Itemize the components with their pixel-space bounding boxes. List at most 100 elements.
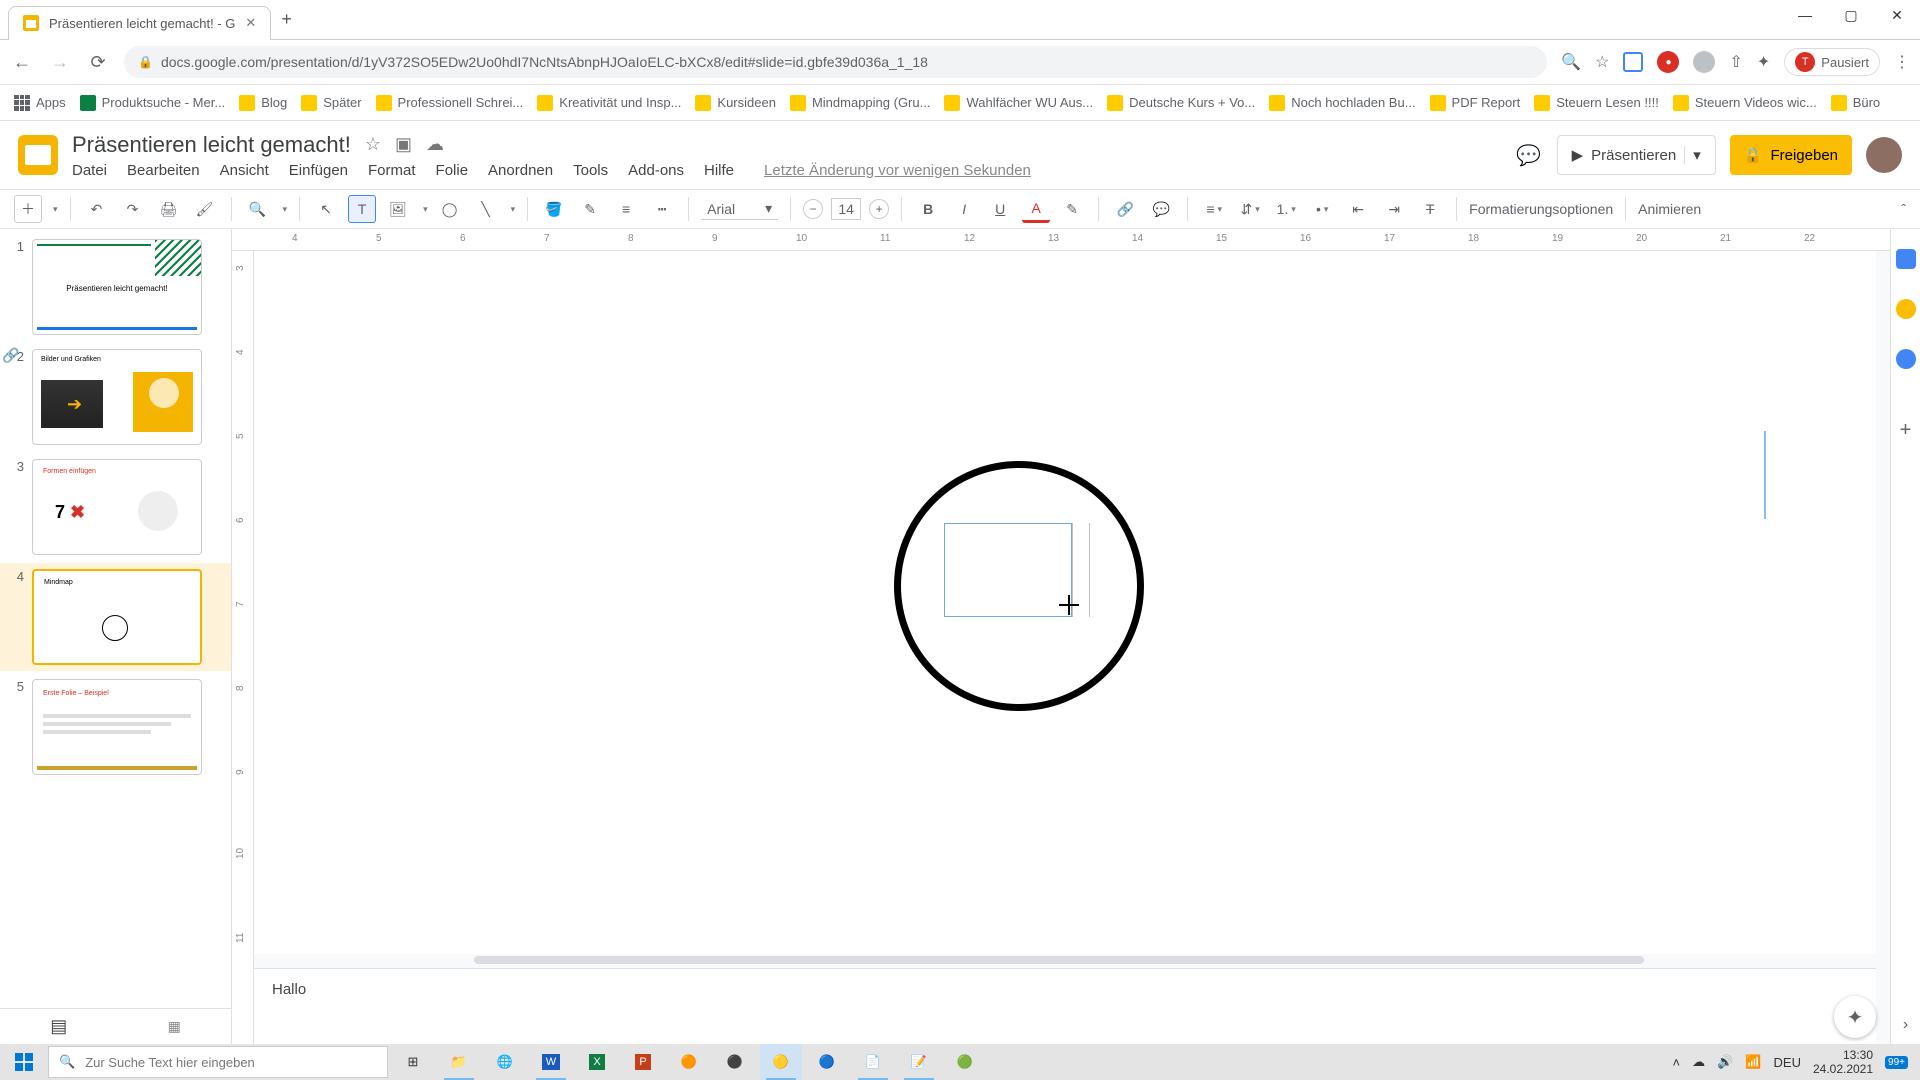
taskbar-explorer[interactable]: 📁: [438, 1044, 480, 1080]
taskbar-search[interactable]: 🔍 Zur Suche Text hier eingeben: [48, 1046, 388, 1078]
speaker-notes[interactable]: Hallo: [254, 968, 1876, 1044]
menu-insert[interactable]: Einfügen: [289, 162, 348, 179]
address-bar[interactable]: 🔒 docs.google.com/presentation/d/1yV372S…: [124, 46, 1547, 78]
taskbar-spotify[interactable]: 🟢: [944, 1044, 986, 1080]
extensions-puzzle-icon[interactable]: ✦: [1757, 52, 1770, 72]
bookmark-item[interactable]: Steuern Lesen !!!!: [1534, 95, 1659, 111]
font-size-decrease[interactable]: −: [803, 199, 823, 219]
border-dash-button[interactable]: ┅: [648, 195, 676, 223]
bookmark-item[interactable]: Produktsuche - Mer...: [80, 95, 226, 111]
undo-button[interactable]: ↶: [83, 195, 111, 223]
nav-reload-button[interactable]: ⟳: [86, 52, 110, 73]
bookmark-item[interactable]: Wahlfächer WU Aus...: [944, 95, 1093, 111]
taskbar-app2[interactable]: 📄: [852, 1044, 894, 1080]
font-size-input[interactable]: 14: [831, 198, 861, 220]
fill-color-button[interactable]: 🪣: [540, 195, 568, 223]
filmstrip-view-icon[interactable]: ▤: [50, 1016, 67, 1037]
doc-title[interactable]: Präsentieren leicht gemacht!: [72, 132, 351, 158]
close-tab-icon[interactable]: ✕: [245, 15, 256, 31]
taskbar-app1[interactable]: 🟠: [668, 1044, 710, 1080]
adblock-extension-icon[interactable]: ●: [1657, 51, 1679, 73]
bookmark-item[interactable]: Steuern Videos wic...: [1673, 95, 1817, 111]
bookmark-item[interactable]: Kursideen: [695, 95, 776, 111]
tray-wifi-icon[interactable]: 📶: [1745, 1054, 1761, 1070]
bulleted-list-button[interactable]: •: [1308, 195, 1336, 223]
bookmark-item[interactable]: Deutsche Kurs + Vo...: [1107, 95, 1255, 111]
underline-button[interactable]: U: [986, 195, 1014, 223]
move-doc-icon[interactable]: ▣: [395, 134, 412, 155]
bookmark-item[interactable]: Kreativität und Insp...: [537, 95, 681, 111]
taskbar-word[interactable]: W: [530, 1044, 572, 1080]
slide-thumbnail-5[interactable]: Erste Folie – Beispiel: [32, 679, 202, 775]
bookmark-apps[interactable]: Apps: [14, 95, 66, 111]
bookmark-item[interactable]: PDF Report: [1430, 95, 1521, 111]
bookmark-item[interactable]: Blog: [239, 95, 287, 111]
nav-back-button[interactable]: ←: [10, 52, 34, 73]
window-minimize-button[interactable]: ―: [1782, 0, 1828, 30]
taskbar-chrome[interactable]: 🟡: [760, 1044, 802, 1080]
zoom-dropdown[interactable]: [280, 204, 288, 215]
new-tab-button[interactable]: +: [281, 9, 292, 30]
menu-help[interactable]: Hilfe: [704, 162, 734, 179]
insert-comment-button[interactable]: 💬: [1147, 195, 1175, 223]
line-tool-button[interactable]: ╲: [472, 195, 500, 223]
text-color-button[interactable]: A: [1022, 195, 1050, 223]
profile-paused-chip[interactable]: T Pausiert: [1784, 48, 1880, 76]
menu-addons[interactable]: Add-ons: [628, 162, 684, 179]
redo-button[interactable]: ↷: [119, 195, 147, 223]
window-close-button[interactable]: ✕: [1874, 0, 1920, 30]
star-doc-icon[interactable]: ☆: [365, 134, 381, 155]
vertical-ruler[interactable]: 34567891011: [232, 251, 254, 1044]
menu-tools[interactable]: Tools: [573, 162, 608, 179]
taskbar-edge2[interactable]: 🔵: [806, 1044, 848, 1080]
horizontal-scrollbar[interactable]: [254, 956, 1876, 966]
slides-logo-icon[interactable]: [18, 135, 58, 175]
bookmark-item[interactable]: Professionell Schrei...: [376, 95, 524, 111]
show-side-panel-button[interactable]: ›: [1903, 1016, 1908, 1034]
animate-button[interactable]: Animieren: [1638, 201, 1701, 217]
browser-tab[interactable]: Präsentieren leicht gemacht! - G ✕: [8, 6, 271, 40]
textbox-tool-button[interactable]: T: [348, 195, 376, 223]
present-button[interactable]: ▶ Präsentieren ▾: [1557, 135, 1716, 175]
start-button[interactable]: [0, 1044, 48, 1080]
cloud-status-icon[interactable]: ☁: [426, 134, 444, 155]
comments-icon[interactable]: 💬: [1515, 141, 1543, 169]
shape-tool-button[interactable]: ◯: [436, 195, 464, 223]
slide-thumbnail-3[interactable]: Formen einfügen 7 ✖: [32, 459, 202, 555]
font-size-increase[interactable]: +: [869, 199, 889, 219]
collapse-toolbar-icon[interactable]: ˆ: [1901, 201, 1906, 217]
extension-icon[interactable]: [1623, 52, 1643, 72]
taskbar-obs[interactable]: ⚫: [714, 1044, 756, 1080]
select-tool-button[interactable]: ↖: [312, 195, 340, 223]
bookmark-item[interactable]: Noch hochladen Bu...: [1269, 95, 1415, 111]
slide-thumbnail-1[interactable]: Präsentieren leicht gemacht!: [32, 239, 202, 335]
menu-edit[interactable]: Bearbeiten: [127, 162, 200, 179]
chrome-menu-button[interactable]: ⋮: [1894, 52, 1910, 72]
last-edit-link[interactable]: Letzte Änderung vor wenigen Sekunden: [764, 162, 1031, 179]
tray-expand-icon[interactable]: ˄: [1673, 1055, 1681, 1070]
bookmark-item[interactable]: Mindmapping (Gru...: [790, 95, 931, 111]
bookmark-item[interactable]: Büro: [1831, 95, 1880, 111]
image-tool-button[interactable]: 🖼: [384, 195, 412, 223]
window-maximize-button[interactable]: ▢: [1828, 0, 1874, 30]
clear-formatting-button[interactable]: T: [1416, 195, 1444, 223]
bookmark-item[interactable]: Später: [301, 95, 361, 111]
account-avatar[interactable]: [1866, 137, 1902, 173]
zoom-button[interactable]: 🔍: [244, 195, 272, 223]
format-options-button[interactable]: Formatierungsoptionen: [1469, 201, 1613, 217]
menu-view[interactable]: Ansicht: [220, 162, 269, 179]
menu-format[interactable]: Format: [368, 162, 416, 179]
textbox-drawing-preview[interactable]: [944, 523, 1072, 617]
indent-decrease-button[interactable]: ⇤: [1344, 195, 1372, 223]
horizontal-ruler[interactable]: 45678910111213141516171819202122: [232, 229, 1890, 251]
tray-clock[interactable]: 13:30 24.02.2021: [1813, 1048, 1873, 1077]
highlight-button[interactable]: ✎: [1058, 195, 1086, 223]
tray-volume-icon[interactable]: 🔊: [1717, 1054, 1733, 1070]
slide-thumbnail-2[interactable]: Bilder und Grafiken ➔: [32, 349, 202, 445]
new-slide-button[interactable]: ＋: [14, 195, 42, 223]
menu-arrange[interactable]: Anordnen: [488, 162, 553, 179]
present-dropdown-icon[interactable]: ▾: [1684, 146, 1701, 164]
border-weight-button[interactable]: ≡: [612, 195, 640, 223]
tray-onedrive-icon[interactable]: ☁: [1692, 1054, 1705, 1070]
explore-button[interactable]: ✦: [1834, 996, 1876, 1038]
